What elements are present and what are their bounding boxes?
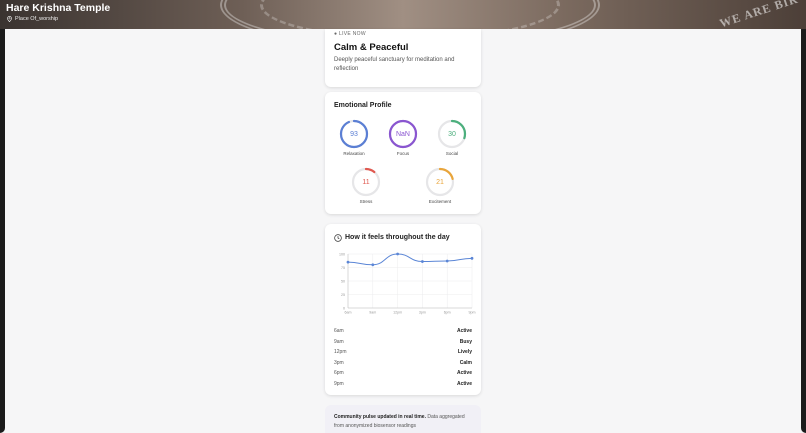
series-line	[347, 253, 473, 266]
x-tick-label: 6am	[345, 311, 352, 315]
y-tick-label: 100	[339, 252, 345, 256]
timeline-row: 3pm Calm	[334, 360, 472, 366]
timeline-time: 6am	[334, 328, 344, 334]
data-point	[445, 259, 449, 263]
data-point	[346, 260, 350, 264]
metric-value: 93	[350, 130, 358, 138]
community-pulse-card: Community pulse updated in real time. Da…	[325, 405, 481, 433]
data-point	[396, 252, 399, 256]
x-tick-label: 9am	[369, 311, 376, 315]
metric-value: NaN	[395, 130, 410, 138]
timeline-row: 6am Active	[334, 328, 472, 334]
metric-ring-focus: NaN	[388, 119, 418, 149]
timeline-state: Lively	[457, 349, 472, 355]
y-tick-label: 25	[341, 293, 345, 297]
data-point	[470, 256, 474, 260]
live-label: LIVE NOW	[339, 31, 366, 37]
hero-banner-text: WE ARE BIR	[717, 0, 801, 29]
daytime-line-chart: 02550751006am 9am 12pm 3pm 6pm 9pm	[339, 252, 476, 315]
metric-label: Social	[445, 151, 459, 156]
timeline-time: 12pm	[334, 349, 347, 355]
metric-ring-excitement: 21	[425, 167, 455, 197]
daytime-card: How it feels throughout the day 0 25 50 75 1…	[325, 224, 481, 395]
place-category-label: Place Of_worship	[15, 16, 59, 22]
metric-ring-stress: 11	[351, 167, 381, 197]
emotional-profile-title: Emotional Profile	[334, 102, 392, 109]
metric-label: Stress	[359, 199, 373, 204]
x-tick-label: 12pm	[393, 311, 402, 315]
metric-value: 30	[448, 130, 456, 138]
status-card: ● LIVE NOW Calm & Peaceful Deeply peacef…	[325, 29, 481, 87]
timeline-state: Active	[456, 328, 472, 334]
window-edge-right	[801, 29, 806, 433]
metric-label: Relaxation	[343, 151, 365, 156]
y-tick-label: 75	[341, 266, 345, 270]
location-pin-icon	[7, 16, 12, 22]
timeline-state: Active	[456, 380, 472, 387]
timeline-time: 9am	[334, 338, 344, 345]
emotional-profile-card: Emotional Profile 93 Relaxation NaN Focus 30…	[325, 92, 481, 214]
live-indicator: ● LIVE NOW	[334, 31, 366, 37]
metric-ring-relaxation: 93	[339, 119, 369, 149]
hero-header: WE ARE BIR Hare Krishna Temple Place Of_…	[0, 0, 806, 29]
metric-label: Focus	[396, 151, 410, 156]
metric-value: 11	[362, 178, 370, 186]
mood-description: Deeply peaceful sanctuary for meditation…	[334, 57, 455, 72]
x-tick-label: 6pm	[444, 311, 451, 315]
x-tick-label: 9pm	[469, 311, 476, 315]
community-pulse-text: Community pulse updated in real time. Da…	[334, 413, 474, 430]
place-title: Hare Krishna Temple	[6, 2, 111, 14]
main-content[interactable]: ● LIVE NOW Calm & Peaceful Deeply peacef…	[5, 29, 801, 433]
place-category: Place Of_worship	[7, 16, 58, 22]
metric-label: Excitement	[428, 199, 452, 204]
timeline-time: 6pm	[334, 370, 344, 376]
timeline-row: 6pm Active	[334, 370, 472, 376]
timeline-row: 9pm Active	[334, 381, 472, 387]
daytime-title: How it feels throughout the day	[345, 234, 450, 241]
metric-ring-social: 30	[437, 119, 467, 149]
y-tick-label: 50	[341, 279, 345, 283]
metric-value: 21	[436, 178, 444, 186]
timeline-row: 9am Busy	[334, 339, 472, 345]
x-tick-label: 3pm	[419, 311, 426, 315]
timeline-state: Active	[456, 370, 472, 376]
clock-icon	[334, 234, 342, 242]
timeline-time: 3pm	[334, 359, 344, 366]
pulse-headline: Community pulse updated in real time.	[334, 414, 426, 420]
timeline-state: Busy	[459, 338, 472, 345]
timeline-time: 9pm	[334, 380, 344, 387]
data-point	[421, 260, 424, 263]
hero-arch-decoration-inner	[260, 0, 560, 29]
current-mood: Calm & Peaceful	[334, 42, 409, 53]
data-point	[371, 263, 375, 267]
timeline-state: Calm	[459, 359, 472, 366]
timeline-row: 12pm Lively	[334, 349, 472, 355]
